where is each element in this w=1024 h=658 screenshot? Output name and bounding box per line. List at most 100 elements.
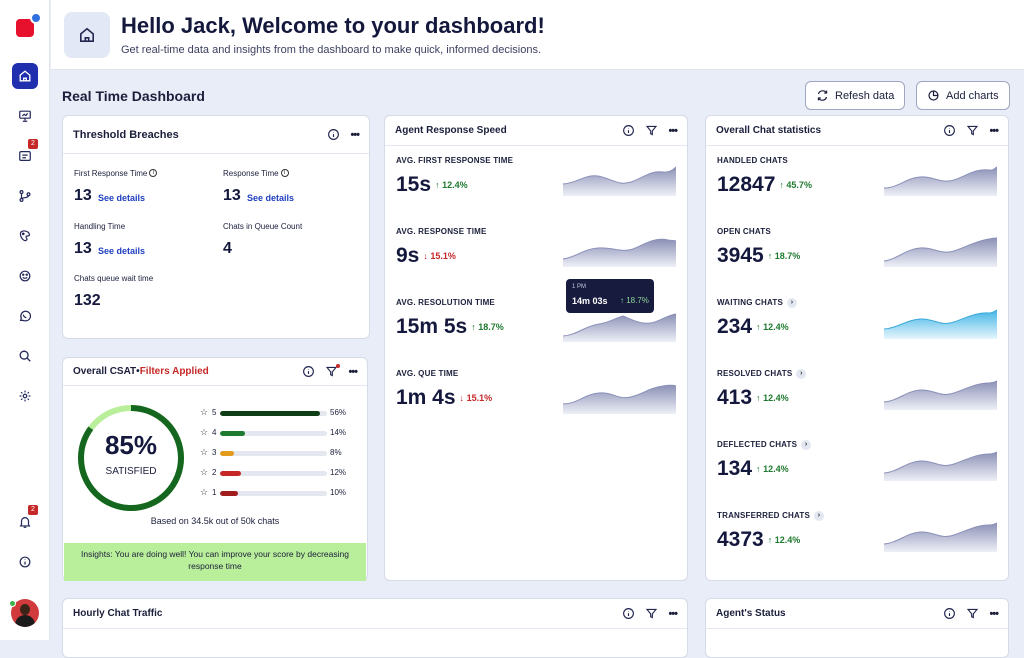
response-time-see-details[interactable]: See details	[247, 193, 294, 203]
csat-satisfied-label: SATISFIED	[105, 466, 157, 477]
first-response-see-details[interactable]: See details	[98, 193, 145, 203]
info-icon[interactable]	[301, 365, 315, 379]
rating-percent: 14%	[330, 428, 347, 437]
metric-label: AVG. RESPONSE TIME	[396, 227, 487, 236]
add-charts-label: Add charts	[946, 89, 999, 102]
chevron-right-icon[interactable]: ›	[796, 369, 807, 379]
filters-applied-label: Filters Applied	[139, 366, 209, 377]
sparkline-tooltip: 1 PM 14m 03s ↑ 18.7%	[566, 279, 654, 313]
info-icon[interactable]	[942, 124, 956, 138]
sidebar-info-button[interactable]	[12, 549, 38, 575]
metric-label: RESOLVED CHATS ›	[717, 369, 807, 379]
more-options-icon[interactable]: •••	[668, 125, 678, 137]
agent-speed-header: Agent Response Speed •••	[385, 116, 687, 146]
rating-row: ☆ 1 10%	[200, 487, 350, 499]
tooltip-delta: ↑ 18.7%	[620, 296, 649, 305]
hourly-title: Hourly Chat Traffic	[73, 608, 163, 619]
handling-time-value: 13	[74, 240, 92, 257]
rating-bar-fill	[220, 431, 245, 436]
more-options-icon[interactable]: •••	[348, 366, 358, 378]
filter-icon[interactable]	[965, 124, 979, 138]
sidebar-settings-button[interactable]	[12, 383, 38, 409]
home-icon	[19, 70, 31, 82]
metric-value: 413 ↑ 12.4%	[717, 386, 789, 409]
more-options-icon[interactable]: •••	[350, 129, 360, 141]
rating-star-number: 4	[212, 428, 217, 437]
more-options-icon[interactable]: •••	[989, 608, 999, 620]
search-icon	[19, 350, 31, 362]
rating-star-number: 3	[212, 448, 217, 457]
sparkline	[563, 238, 676, 267]
threshold-card-title: Threshold Breaches	[73, 128, 179, 141]
sidebar-presentation-button[interactable]	[12, 103, 38, 129]
star-icon: ☆	[200, 467, 209, 477]
sidebar-notifications-button[interactable]: 2	[12, 505, 38, 535]
paint-icon	[19, 230, 31, 242]
info-icon[interactable]	[621, 124, 635, 138]
rating-bar-track	[220, 431, 327, 436]
metric-value: 3945 ↑ 18.7%	[717, 244, 801, 267]
queue-count-value: 4	[223, 240, 232, 257]
agent-status-card: Agent's Status •••	[705, 598, 1009, 658]
info-icon[interactable]	[942, 607, 956, 621]
info-icon[interactable]	[621, 607, 635, 621]
more-options-icon[interactable]: •••	[989, 125, 999, 137]
filter-icon[interactable]	[644, 607, 658, 621]
metric-value: 4373 ↑ 12.4%	[717, 528, 801, 551]
filter-icon[interactable]	[965, 607, 979, 621]
rating-percent: 8%	[330, 448, 342, 457]
star-icon: ☆	[200, 407, 209, 417]
handling-time-see-details[interactable]: See details	[98, 246, 145, 256]
sidebar-home-button[interactable]	[12, 63, 38, 89]
rating-bar-fill	[220, 411, 320, 416]
sidebar: 2 2	[0, 0, 50, 640]
chat-bubble-icon	[30, 12, 42, 24]
csat-title: Overall CSAT	[73, 366, 137, 377]
rating-row: ☆ 2 12%	[200, 467, 350, 479]
rating-bar-track	[220, 451, 327, 456]
chat-stats-title: Overall Chat statistics	[716, 125, 822, 136]
info-icon: i	[149, 169, 158, 177]
sidebar-search-button[interactable]	[12, 343, 38, 369]
rating-row: ☆ 4 14%	[200, 427, 350, 439]
sidebar-brand-button[interactable]	[12, 223, 38, 249]
csat-card-header: Overall CSAT • Filters Applied •••	[63, 358, 367, 386]
sidebar-whatsapp-button[interactable]	[12, 303, 38, 329]
rating-row: ☆ 5 56%	[200, 407, 350, 419]
add-charts-button[interactable]: Add charts	[916, 81, 1010, 110]
tooltip-time: 1 PM	[572, 284, 587, 290]
queue-wait-label: Chats queue wait time	[74, 274, 154, 283]
csat-based-on: Based on 34.5k out of 50k chats	[150, 516, 280, 526]
info-icon[interactable]	[326, 128, 340, 142]
handling-time-label: Handling Time	[74, 222, 126, 231]
chevron-right-icon[interactable]: ›	[814, 511, 825, 521]
sparkline	[563, 313, 676, 342]
sparkline	[563, 384, 676, 414]
rating-bar-fill	[220, 491, 238, 496]
queue-count-label: Chats in Queue Count	[223, 222, 303, 231]
metric-value: 134 ↑ 12.4%	[717, 457, 789, 480]
metric-label: AVG. RESOLUTION TIME	[396, 298, 495, 307]
filter-icon[interactable]	[644, 124, 658, 138]
threshold-card-header: Threshold Breaches •••	[63, 116, 369, 154]
metric-label: DEFLECTED CHATS ›	[717, 440, 812, 450]
agent-status-header: Agent's Status •••	[706, 599, 1008, 629]
chevron-right-icon[interactable]: ›	[787, 298, 798, 308]
filter-icon[interactable]	[324, 363, 341, 379]
rating-percent: 10%	[330, 488, 347, 497]
rating-star-number: 5	[212, 408, 217, 417]
refresh-icon	[817, 90, 828, 101]
sidebar-bot-button[interactable]	[12, 263, 38, 289]
presentation-icon	[19, 110, 31, 122]
star-icon: ☆	[200, 487, 209, 497]
rating-bar-fill	[220, 451, 235, 456]
refresh-data-button[interactable]: Refesh data	[805, 81, 906, 110]
star-icon: ☆	[200, 427, 209, 437]
csat-insights-banner: Insights: You are doing well! You can im…	[64, 543, 366, 581]
sidebar-flows-button[interactable]	[12, 183, 38, 209]
more-options-icon[interactable]: •••	[668, 608, 678, 620]
rating-bar-track	[220, 471, 327, 476]
home-icon	[80, 27, 94, 42]
chevron-right-icon[interactable]: ›	[801, 440, 812, 450]
sidebar-messages-button[interactable]: 2	[12, 139, 38, 169]
